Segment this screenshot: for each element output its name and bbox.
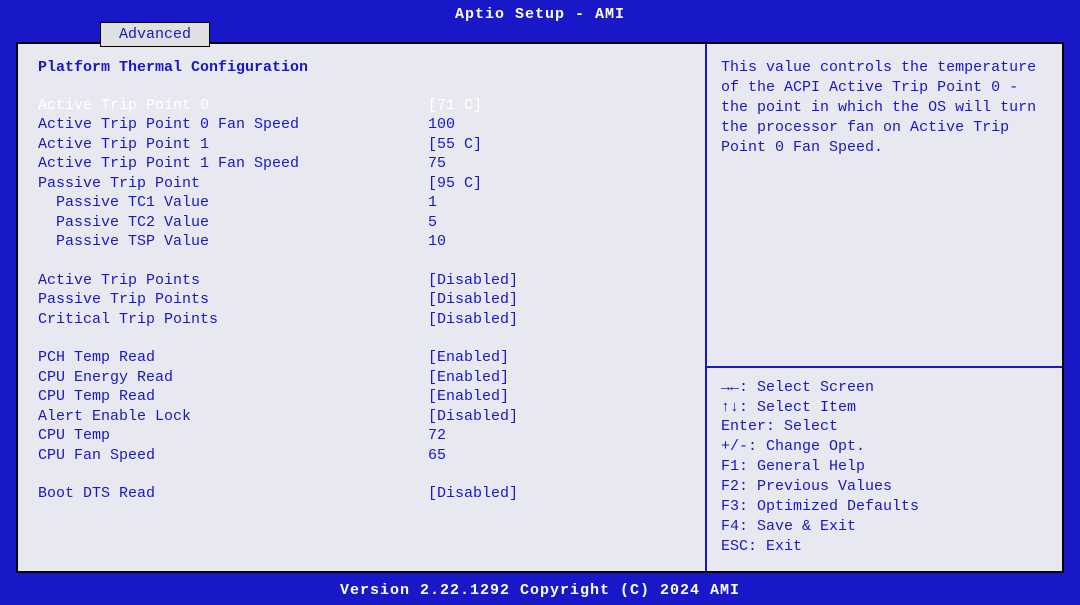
setting-label: Boot DTS Read [38,484,428,504]
setting-value: 75 [428,154,446,174]
setting-row[interactable]: Passive Trip Point[95 C] [38,174,705,194]
setting-row[interactable]: Active Trip Point 0 Fan Speed100 [38,115,705,135]
setting-value: 65 [428,446,446,466]
setting-row[interactable]: Passive TC2 Value5 [38,213,705,233]
setting-row[interactable]: Passive TC1 Value1 [38,193,705,213]
setting-label: Active Trip Point 0 [38,96,428,116]
setting-label: Alert Enable Lock [38,407,428,427]
legend-line: F3: Optimized Defaults [721,497,1048,517]
setting-value: [Disabled] [428,290,518,310]
setting-label: CPU Energy Read [38,368,428,388]
setting-row[interactable]: Alert Enable Lock[Disabled] [38,407,705,427]
setting-value: [55 C] [428,135,482,155]
setting-label: Critical Trip Points [38,310,428,330]
setting-value: [Disabled] [428,310,518,330]
setting-value: 10 [428,232,446,252]
setting-label: Passive Trip Point [38,174,428,194]
legend-line: F2: Previous Values [721,477,1048,497]
setting-row[interactable]: Passive Trip Points[Disabled] [38,290,705,310]
settings-panel: Platform Thermal Configuration Active Tr… [18,44,707,571]
setting-value: 72 [428,426,446,446]
setting-row[interactable]: Critical Trip Points[Disabled] [38,310,705,330]
footer-version: Version 2.22.1292 Copyright (C) 2024 AMI [0,582,1080,599]
setting-value: [Disabled] [428,407,518,427]
key-legend: →←: Select Screen↑↓: Select ItemEnter: S… [721,378,1048,557]
setting-row[interactable]: CPU Energy Read[Enabled] [38,368,705,388]
setting-row[interactable]: Boot DTS Read[Disabled] [38,484,705,504]
setting-label: Active Trip Point 1 Fan Speed [38,154,428,174]
setting-value: 100 [428,115,455,135]
setting-row[interactable]: Active Trip Points[Disabled] [38,271,705,291]
legend-line: ↑↓: Select Item [721,398,1048,418]
legend-line: ESC: Exit [721,537,1048,557]
setting-value: [95 C] [428,174,482,194]
setting-row[interactable]: Active Trip Point 1[55 C] [38,135,705,155]
setting-value: [Disabled] [428,484,518,504]
blank-row [38,465,705,484]
setting-value: [71 C] [428,96,482,116]
setting-label: PCH Temp Read [38,348,428,368]
bios-screen: Aptio Setup - AMI Advanced Platform Ther… [0,0,1080,605]
setting-row[interactable]: Active Trip Point 0[71 C] [38,96,705,116]
setting-label: Active Trip Point 0 Fan Speed [38,115,428,135]
setting-value: [Enabled] [428,368,509,388]
setting-row[interactable]: CPU Fan Speed65 [38,446,705,466]
setting-label: Passive Trip Points [38,290,428,310]
setting-value: 1 [428,193,437,213]
setting-label: CPU Temp Read [38,387,428,407]
tab-advanced[interactable]: Advanced [100,22,210,47]
legend-line: +/-: Change Opt. [721,437,1048,457]
setting-row[interactable]: PCH Temp Read[Enabled] [38,348,705,368]
setting-row[interactable]: Passive TSP Value10 [38,232,705,252]
setting-label: Active Trip Point 1 [38,135,428,155]
setting-row[interactable]: CPU Temp Read[Enabled] [38,387,705,407]
setting-value: [Enabled] [428,348,509,368]
setting-label: Passive TC2 Value [38,213,428,233]
setting-label: CPU Fan Speed [38,446,428,466]
setting-label: Passive TC1 Value [38,193,428,213]
help-text: This value controls the temperature of t… [721,58,1048,358]
blank-row [38,329,705,348]
page-title: Platform Thermal Configuration [38,58,705,78]
content-area: Platform Thermal Configuration Active Tr… [16,42,1064,573]
setting-value: 5 [428,213,437,233]
help-panel: This value controls the temperature of t… [707,44,1062,571]
blank-row [38,252,705,271]
setting-value: [Enabled] [428,387,509,407]
setting-value: [Disabled] [428,271,518,291]
legend-line: F1: General Help [721,457,1048,477]
legend-line: Enter: Select [721,417,1048,437]
setting-row[interactable]: Active Trip Point 1 Fan Speed75 [38,154,705,174]
panel-divider [707,366,1062,368]
setting-label: Passive TSP Value [38,232,428,252]
legend-line: →←: Select Screen [721,378,1048,398]
legend-line: F4: Save & Exit [721,517,1048,537]
setting-label: CPU Temp [38,426,428,446]
setting-row[interactable]: CPU Temp72 [38,426,705,446]
setting-label: Active Trip Points [38,271,428,291]
